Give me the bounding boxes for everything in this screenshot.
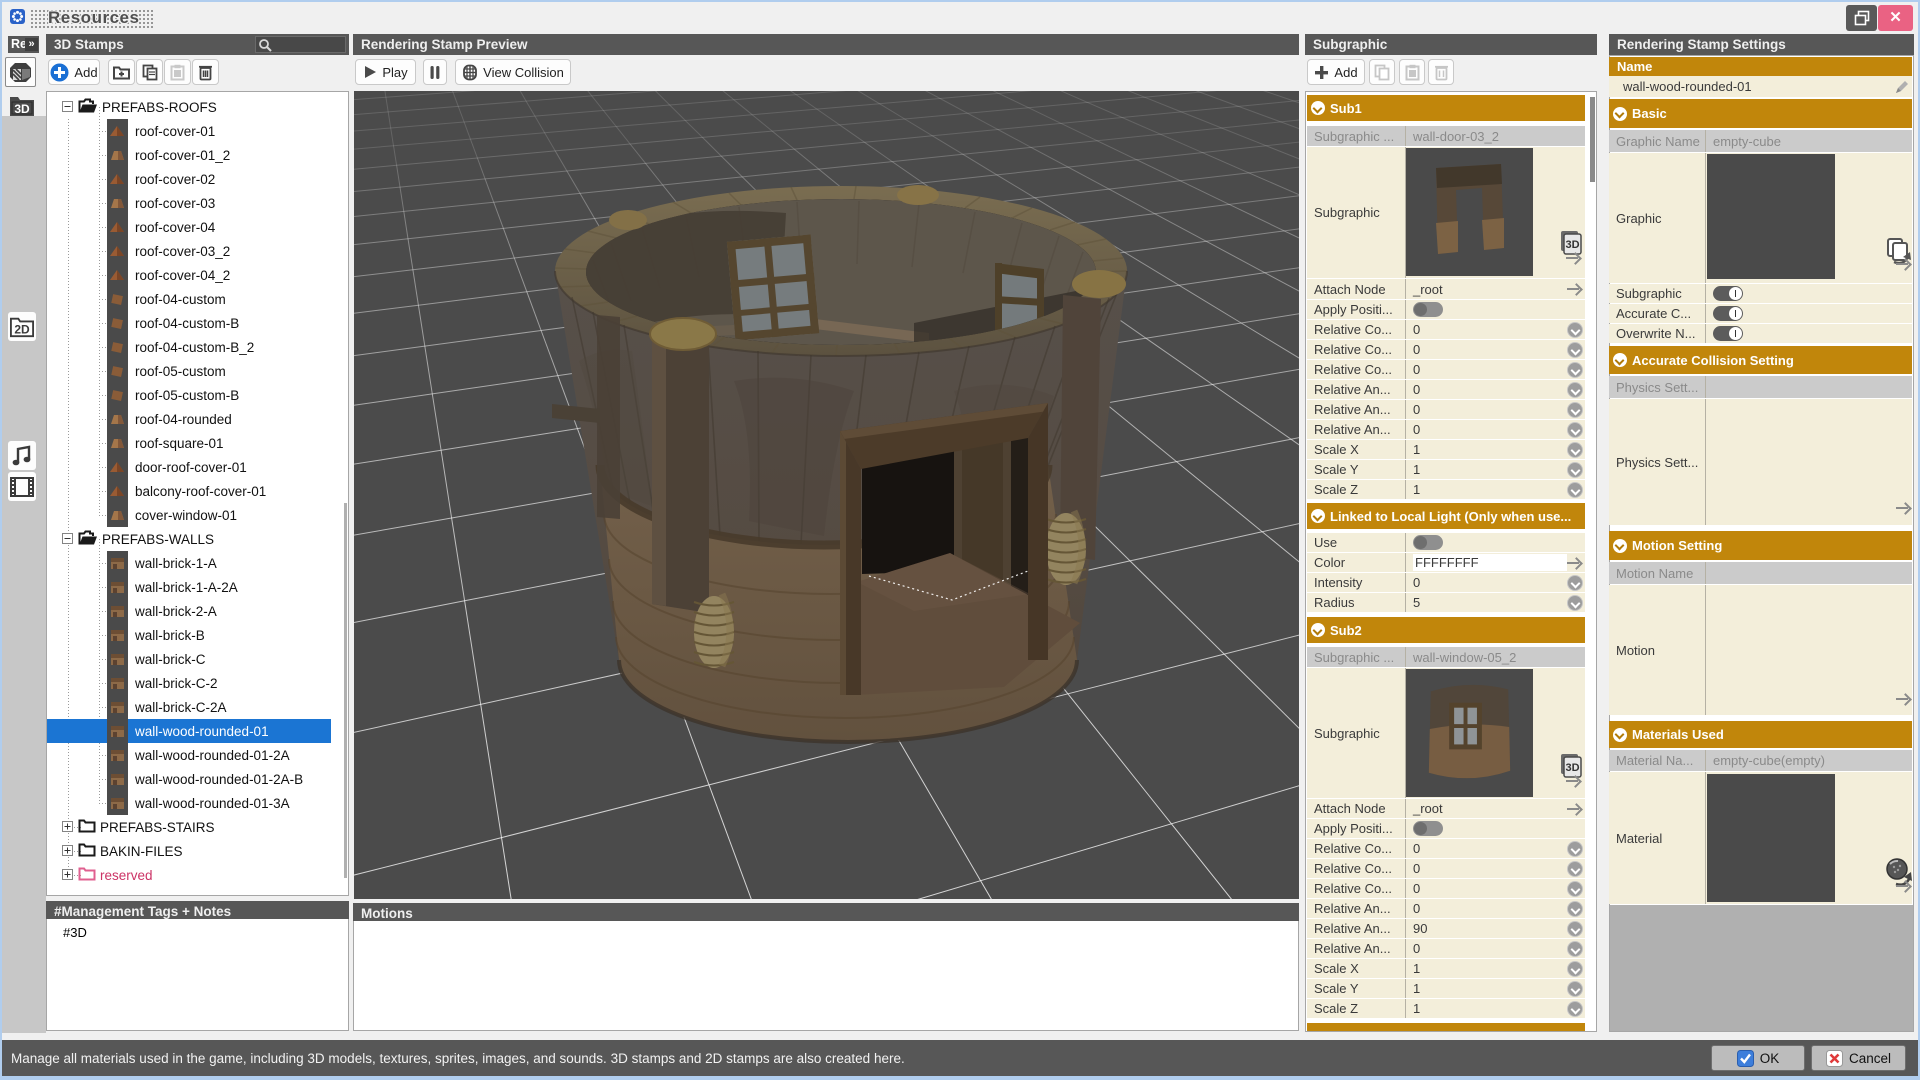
svg-text:3D: 3D: [1565, 239, 1579, 251]
svg-text:3D: 3D: [1565, 762, 1579, 774]
svg-text:3D: 3D: [14, 102, 30, 116]
svg-text:2D: 2D: [14, 322, 30, 336]
